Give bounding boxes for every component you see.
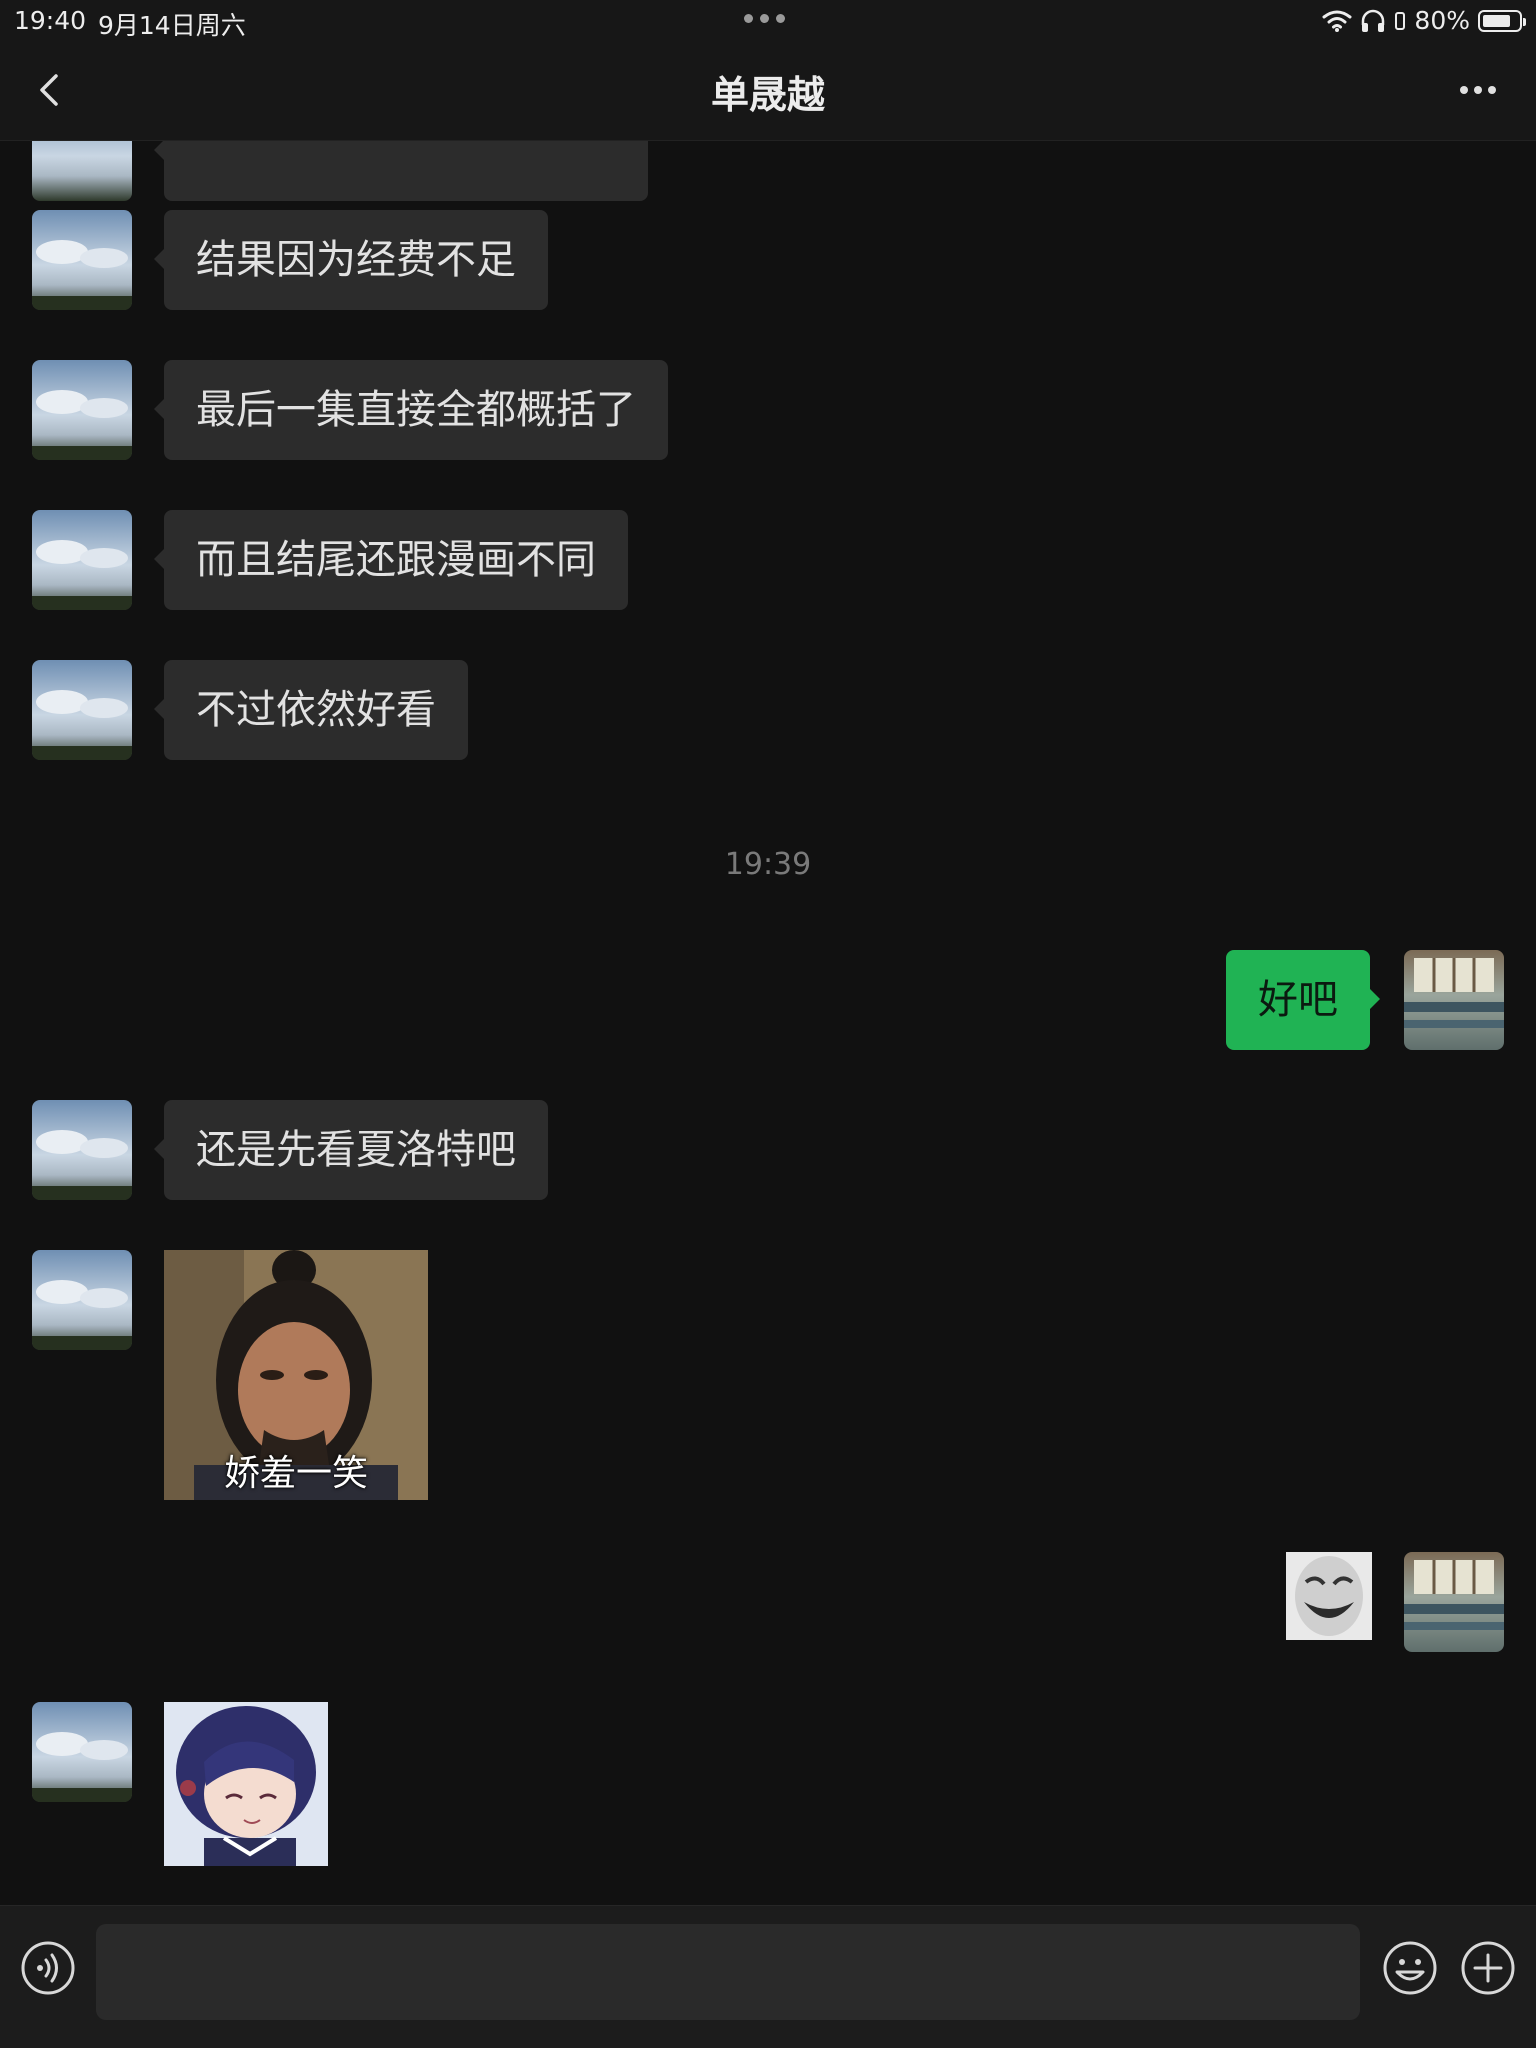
battery-percent: 80%	[1414, 6, 1470, 35]
my-avatar[interactable]	[1404, 950, 1504, 1050]
sticker-image-anime[interactable]	[164, 1702, 328, 1866]
message-bubble[interactable]: 还是先看夏洛特吧	[154, 1100, 548, 1200]
contact-avatar[interactable]	[32, 210, 132, 310]
message-list[interactable]: 结果因为经费不足 最后一集直接全都概括了 而且结尾还跟漫画不同 不过依然好看 1…	[0, 141, 1536, 1905]
status-bar: 19:40 9月14日周六 80%	[0, 0, 1536, 40]
headphones-icon	[1362, 9, 1385, 32]
nav-bar: 单晟越	[0, 40, 1536, 141]
message-timestamp: 19:39	[724, 847, 812, 882]
message-text: 好吧	[1258, 977, 1338, 1023]
multitasking-dots-icon[interactable]	[744, 14, 785, 23]
voice-icon[interactable]	[20, 1940, 76, 1996]
my-avatar[interactable]	[1404, 1552, 1504, 1652]
message-bubble[interactable]: 结果因为经费不足	[154, 210, 548, 310]
contact-avatar[interactable]	[32, 360, 132, 460]
sticker-image-outgoing[interactable]	[1286, 1552, 1372, 1640]
message-bubble-partial[interactable]	[154, 141, 648, 201]
sticker-image[interactable]: 娇羞一笑	[164, 1250, 428, 1500]
message-text: 而且结尾还跟漫画不同	[196, 537, 596, 583]
emoji-icon[interactable]	[1382, 1940, 1438, 1996]
message-bubble-outgoing[interactable]: 好吧	[1226, 950, 1380, 1050]
status-time: 19:40	[14, 6, 87, 35]
contact-avatar[interactable]	[32, 141, 132, 201]
message-bubble[interactable]: 而且结尾还跟漫画不同	[154, 510, 628, 610]
message-input[interactable]	[96, 1924, 1360, 2020]
message-text: 不过依然好看	[196, 687, 436, 733]
contact-avatar[interactable]	[32, 510, 132, 610]
chat-title: 单晟越	[710, 73, 825, 117]
input-bar	[0, 1905, 1536, 2048]
contact-avatar[interactable]	[32, 1100, 132, 1200]
battery-icon	[1478, 9, 1526, 32]
status-right: 80%	[1322, 6, 1526, 35]
contact-avatar[interactable]	[32, 660, 132, 760]
message-text: 结果因为经费不足	[196, 237, 516, 283]
contact-avatar[interactable]	[32, 1250, 132, 1350]
rotation-lock-icon	[1395, 11, 1406, 30]
chat-screen: 19:40 9月14日周六 80% 单晟越 结果因为经费不足 最后一集直接全都概…	[0, 0, 1536, 2048]
message-text: 最后一集直接全都概括了	[196, 387, 636, 433]
contact-avatar[interactable]	[32, 1702, 132, 1802]
sticker-caption: 娇羞一笑	[223, 1453, 368, 1494]
message-bubble[interactable]: 不过依然好看	[154, 660, 468, 760]
wifi-icon	[1322, 10, 1352, 32]
message-bubble[interactable]: 最后一集直接全都概括了	[154, 360, 668, 460]
plus-icon[interactable]	[1460, 1940, 1516, 1996]
status-date: 9月14日周六	[98, 11, 246, 40]
more-options-icon[interactable]	[1450, 70, 1506, 110]
message-text: 还是先看夏洛特吧	[196, 1127, 516, 1173]
